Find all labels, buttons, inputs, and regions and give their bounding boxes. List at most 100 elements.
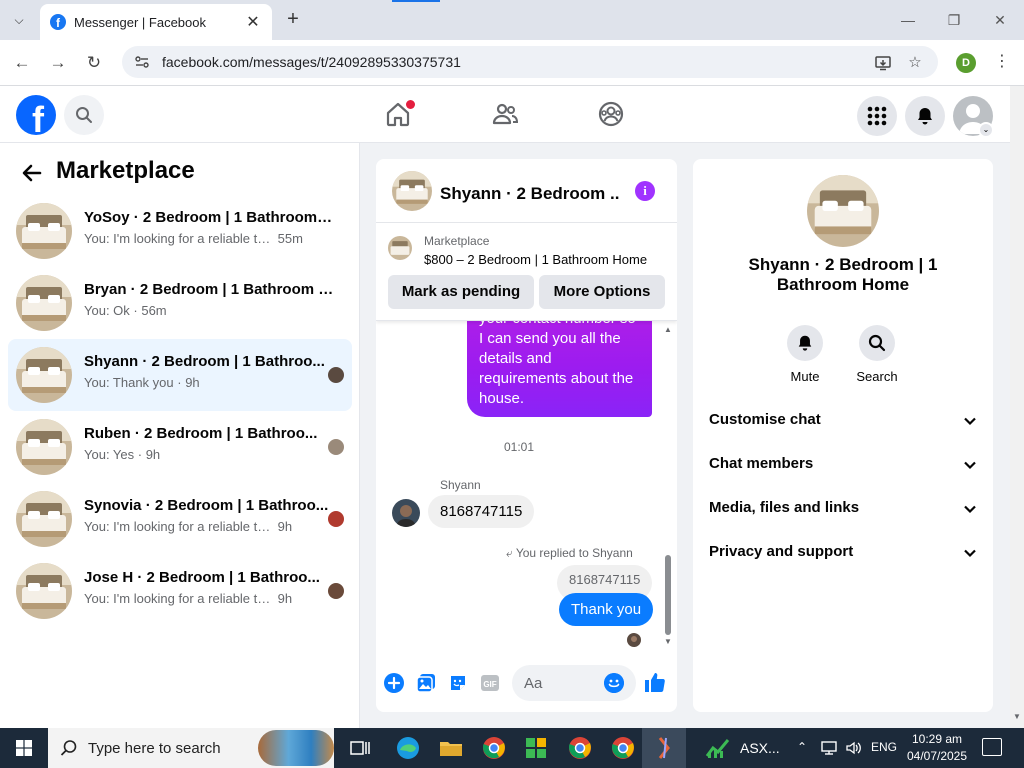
green-app-icon[interactable] xyxy=(522,734,550,762)
minimize-window-button[interactable]: — xyxy=(898,10,918,30)
message-input[interactable]: Aa xyxy=(512,665,636,701)
listing-thumbnail xyxy=(16,491,72,547)
edge-icon[interactable] xyxy=(394,734,422,762)
new-tab-button[interactable]: + xyxy=(282,8,304,30)
close-tab-icon[interactable]: ✕ xyxy=(244,12,262,32)
task-view-icon[interactable] xyxy=(346,734,374,762)
browser-profile-avatar[interactable]: D xyxy=(956,53,976,73)
facebook-header: f xyxy=(0,86,1010,143)
menu-button[interactable] xyxy=(857,96,897,136)
conversation-item[interactable]: Jose H · 2 Bedroom | 1 Bathroo... You: I… xyxy=(8,555,352,627)
scrollbar-thumb[interactable] xyxy=(665,555,671,635)
chrome-profile-icon[interactable] xyxy=(566,734,594,762)
conversation-item[interactable]: YoSoy · 2 Bedroom | 1 Bathroom H... You:… xyxy=(8,195,352,267)
taskbar-clock[interactable]: 10:29 am 04/07/2025 xyxy=(905,731,969,765)
back-button[interactable]: ← xyxy=(11,52,33,74)
stock-chart-icon[interactable] xyxy=(704,734,732,762)
svg-text:GIF: GIF xyxy=(483,680,496,689)
search-in-chat-button[interactable]: Search xyxy=(841,325,913,384)
notification-center-icon[interactable] xyxy=(982,738,1002,756)
listing-price-title[interactable]: $800 – 2 Bedroom | 1 Bathroom Home xyxy=(424,252,647,267)
address-bar[interactable]: facebook.com/messages/t/2409289533037573… xyxy=(122,46,938,78)
browser-menu-icon[interactable]: ⋮ xyxy=(994,51,1010,73)
conversation-preview: You: Yes · 9h xyxy=(84,447,161,462)
chrome-icon[interactable] xyxy=(609,734,637,762)
scroll-up-arrow-icon[interactable]: ▲ xyxy=(663,325,673,334)
facebook-favicon-icon: f xyxy=(50,14,66,30)
seen-avatar xyxy=(328,367,344,383)
plus-icon[interactable] xyxy=(384,673,404,693)
scroll-down-arrow-icon[interactable]: ▼ xyxy=(663,637,673,646)
conversation-name: YoSoy · 2 Bedroom | 1 Bathroom H... xyxy=(84,209,334,226)
media-files-links-row[interactable]: Media, files and links xyxy=(709,499,977,523)
language-indicator[interactable]: ENG xyxy=(871,740,897,754)
more-options-button[interactable]: More Options xyxy=(539,275,665,309)
bookmark-star-icon[interactable]: ☆ xyxy=(906,54,924,72)
groups-icon[interactable] xyxy=(597,100,625,128)
sender-avatar[interactable] xyxy=(392,499,420,527)
home-notification-dot xyxy=(406,100,415,109)
conversation-item-active[interactable]: Shyann · 2 Bedroom | 1 Bathroo... You: T… xyxy=(8,339,352,411)
page-scroll-down-icon[interactable]: ▼ xyxy=(1010,712,1024,721)
back-arrow-icon[interactable] xyxy=(20,161,44,185)
outgoing-message[interactable]: your contact number so I can send you al… xyxy=(467,321,652,417)
mute-button[interactable]: Mute xyxy=(769,325,841,384)
thread-scrollbar[interactable]: ▲ ▼ xyxy=(663,325,673,647)
message-thread: your contact number so I can send you al… xyxy=(376,321,677,651)
privacy-support-row[interactable]: Privacy and support xyxy=(709,543,977,567)
gif-icon[interactable]: GIF xyxy=(480,673,500,693)
emoji-icon[interactable] xyxy=(604,673,624,693)
restore-window-button[interactable]: ❐ xyxy=(944,10,964,30)
info-icon[interactable]: i xyxy=(635,181,655,201)
chrome-gmail-icon[interactable] xyxy=(480,734,508,762)
outgoing-message[interactable]: Thank you xyxy=(559,593,654,626)
listing-thumbnail xyxy=(16,347,72,403)
customise-chat-row[interactable]: Customise chat xyxy=(709,411,977,435)
tab-search-dropdown-icon[interactable]: ⌵ xyxy=(8,9,30,31)
bell-icon xyxy=(918,108,932,125)
notifications-button[interactable] xyxy=(905,96,945,136)
seen-avatar xyxy=(328,511,344,527)
active-app-highlight[interactable] xyxy=(642,728,686,768)
browser-tab-bar: ⌵ f Messenger | Facebook ✕ + — ❐ ✕ xyxy=(0,0,1024,40)
search-icon xyxy=(60,740,77,756)
close-window-button[interactable]: ✕ xyxy=(990,10,1010,30)
browser-tab[interactable]: f Messenger | Facebook ✕ xyxy=(40,4,272,40)
chevron-down-icon xyxy=(964,417,976,426)
thumbs-up-icon[interactable] xyxy=(644,671,666,693)
facebook-logo[interactable]: f xyxy=(16,95,56,135)
site-info-icon[interactable] xyxy=(134,54,150,70)
incoming-message[interactable]: 8168747115 xyxy=(428,495,535,528)
network-icon[interactable] xyxy=(820,740,838,756)
conversation-preview: You: Ok · 56m xyxy=(84,303,167,318)
clock-time: 10:29 am xyxy=(911,732,963,746)
account-chevron-down-icon[interactable]: ⌄ xyxy=(978,122,994,138)
search-highlight-image xyxy=(258,730,334,766)
install-app-icon[interactable] xyxy=(874,54,892,72)
gallery-icon[interactable] xyxy=(416,673,436,693)
facebook-search-button[interactable] xyxy=(64,95,104,135)
friends-icon[interactable] xyxy=(491,100,519,128)
url-text: facebook.com/messages/t/2409289533037573… xyxy=(162,54,461,70)
grid-menu-icon xyxy=(867,106,887,126)
chevron-down-icon xyxy=(964,505,976,514)
sticker-icon[interactable] xyxy=(448,673,468,693)
chat-listing-thumbnail[interactable] xyxy=(392,171,432,211)
chat-members-row[interactable]: Chat members xyxy=(709,455,977,479)
mark-as-pending-button[interactable]: Mark as pending xyxy=(388,275,534,309)
page-scrollbar[interactable]: ▼ xyxy=(1010,86,1024,728)
volume-icon[interactable] xyxy=(845,740,863,756)
conversation-item[interactable]: Ruben · 2 Bedroom | 1 Bathroo... You: Ye… xyxy=(8,411,352,483)
taskbar-search-box[interactable]: Type here to search xyxy=(48,728,334,768)
conversation-item[interactable]: Bryan · 2 Bedroom | 1 Bathroom H... You:… xyxy=(8,267,352,339)
chat-title[interactable]: Shyann · 2 Bedroom ... xyxy=(440,184,620,204)
conversation-item[interactable]: Synovia · 2 Bedroom | 1 Bathroo... You: … xyxy=(8,483,352,555)
message-timestamp: 01:01 xyxy=(503,440,535,454)
forward-button[interactable]: → xyxy=(47,52,69,74)
taskbar-app-label[interactable]: ASX... xyxy=(740,740,780,756)
show-hidden-icons-icon[interactable]: ⌃ xyxy=(797,740,807,754)
reload-button[interactable]: ↻ xyxy=(83,52,105,74)
windows-start-icon[interactable] xyxy=(16,740,32,756)
file-explorer-icon[interactable] xyxy=(437,734,465,762)
details-listing-thumbnail[interactable] xyxy=(807,175,879,247)
